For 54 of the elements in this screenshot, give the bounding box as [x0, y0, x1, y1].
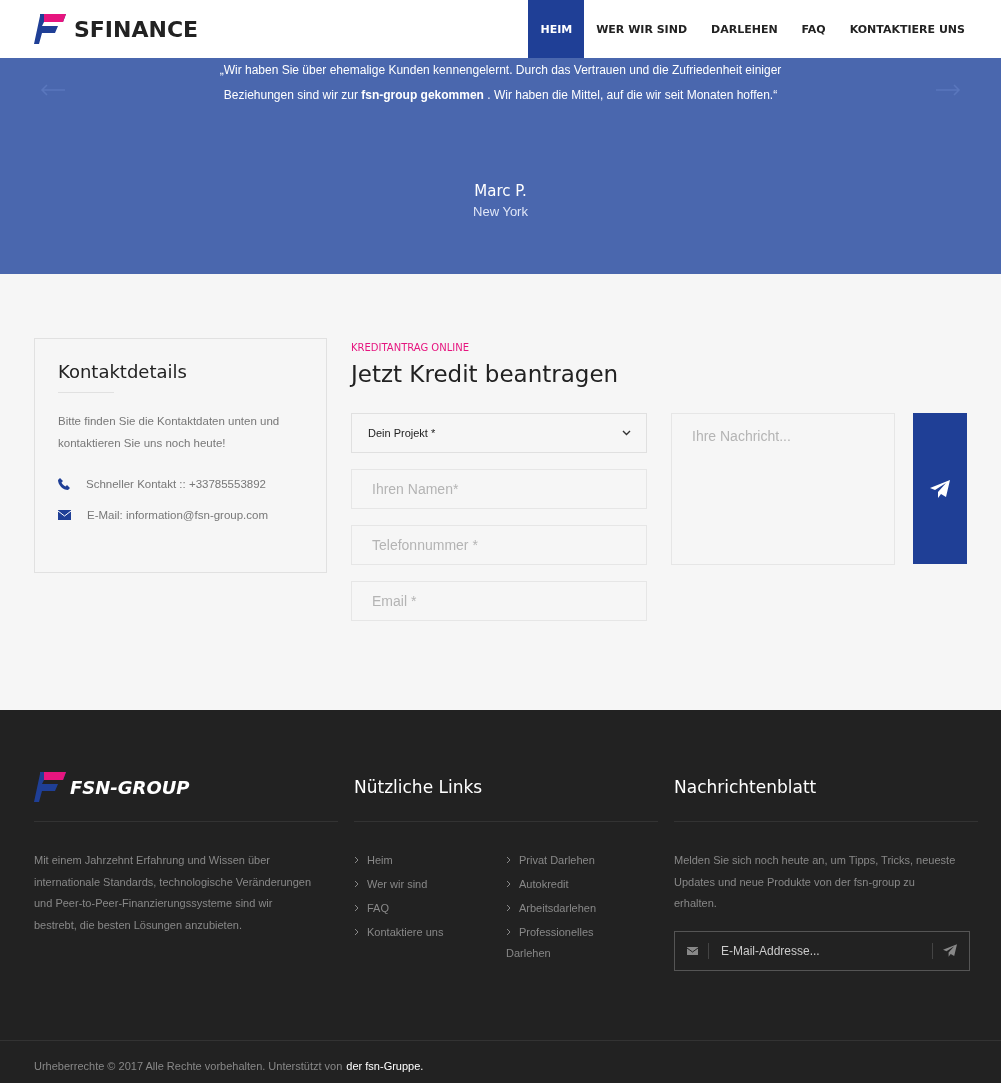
message-field[interactable]: Ihre Nachricht... [671, 413, 895, 565]
copyright-link[interactable]: der fsn-Gruppe. [346, 1060, 424, 1072]
footer-link[interactable]: Kontaktiere uns [354, 922, 484, 943]
input-field[interactable]: Email * [351, 581, 647, 621]
email-input[interactable]: E-Mail-Addresse... [719, 942, 922, 959]
footer-link[interactable]: Professionelles Darlehen [506, 922, 636, 964]
chevron-right-icon [354, 904, 359, 912]
send-icon[interactable] [943, 944, 957, 957]
input-field[interactable]: Ihren Namen* [351, 469, 647, 509]
send-icon [930, 479, 950, 498]
section-kicker: KREDITANTRAG ONLINE [351, 342, 471, 353]
nav-link[interactable]: HEIM [528, 0, 585, 58]
logo-icon [34, 772, 66, 802]
chevron-right-icon [354, 856, 359, 864]
send-button[interactable] [913, 413, 967, 564]
column-heading: Nachrichtenblatt [674, 776, 818, 799]
nav-link[interactable]: WER WIR SIND [584, 0, 700, 58]
contact-info: Schneller Kontakt :: +33785553892 [86, 477, 266, 490]
project-select[interactable]: Dein Projekt * [351, 413, 647, 453]
footer-link[interactable]: Arbeitsdarlehen [506, 898, 636, 919]
newsletter-text: Melden Sie sich noch heute an, um Tipps, Tricks, neueste Updates und neue Produkte von der fsn-group zu erhalten. [674, 853, 956, 911]
about-text: Mit einem Jahrzehnt Erfahrung und Wissen über internationale Standards, technologische Veränderungen und Peer-to-Peer-Finanzierungssysteme sind wir bestrebt, die besten Lösungen anzubieten. [34, 853, 313, 933]
phone-icon [58, 477, 70, 490]
chevron-right-icon [354, 880, 359, 888]
logo-icon [34, 14, 66, 44]
copyright-text: Urheberrechte © 2017 Alle Rechte vorbehalten. Unterstützt von [34, 1060, 343, 1072]
logo-text: FSN-GROUP [70, 776, 190, 798]
chevron-right-icon [506, 880, 511, 888]
footer-link[interactable]: Autokredit [506, 874, 636, 895]
testimonial-city: New York [472, 204, 529, 219]
mail-icon [687, 946, 698, 955]
column-heading: Nützliche Links [354, 776, 484, 799]
logo-text: SFINANCE [74, 16, 199, 42]
newsletter-field[interactable]: E-Mail-Addresse... [674, 930, 970, 971]
nav-link[interactable]: KONTAKTIERE UNS [837, 0, 977, 58]
chevron-right-icon [506, 904, 511, 912]
mail-icon [58, 509, 71, 520]
testimonial-name: Marc P. [473, 182, 528, 200]
nav-link[interactable]: FAQ [789, 0, 838, 58]
testimonial-quote: „Wir haben Sie über ehemalige Kunden kennengelernt. Durch das Vertrauen und die Zufriedenheit einiger Beziehungen sind wir zur fsn-group gekommen . Wir haben die Mittel, auf die wir seit Monaten hoffen.“ [218, 62, 783, 104]
chevron-right-icon [506, 928, 511, 936]
footer-link[interactable]: FAQ [354, 898, 484, 919]
card-title: Kontaktdetails [58, 361, 188, 382]
chevron-right-icon [506, 856, 511, 864]
footer-link[interactable]: Privat Darlehen [506, 850, 636, 871]
footer-link[interactable]: Wer wir sind [354, 874, 484, 895]
form-title: Jetzt Kredit beantragen [351, 361, 620, 387]
footer-link[interactable]: Heim [354, 850, 484, 871]
chevron-down-icon [622, 430, 631, 436]
input-field[interactable]: Telefonnummer * [351, 525, 647, 565]
nav-link[interactable]: DARLEHEN [699, 0, 790, 58]
contact-info: E-Mail: information@fsn-group.com [87, 508, 269, 521]
chevron-right-icon [354, 928, 359, 936]
contact-text: Bitte finden Sie die Kontaktdaten unten und kontaktieren Sie uns noch heute! [58, 414, 280, 451]
